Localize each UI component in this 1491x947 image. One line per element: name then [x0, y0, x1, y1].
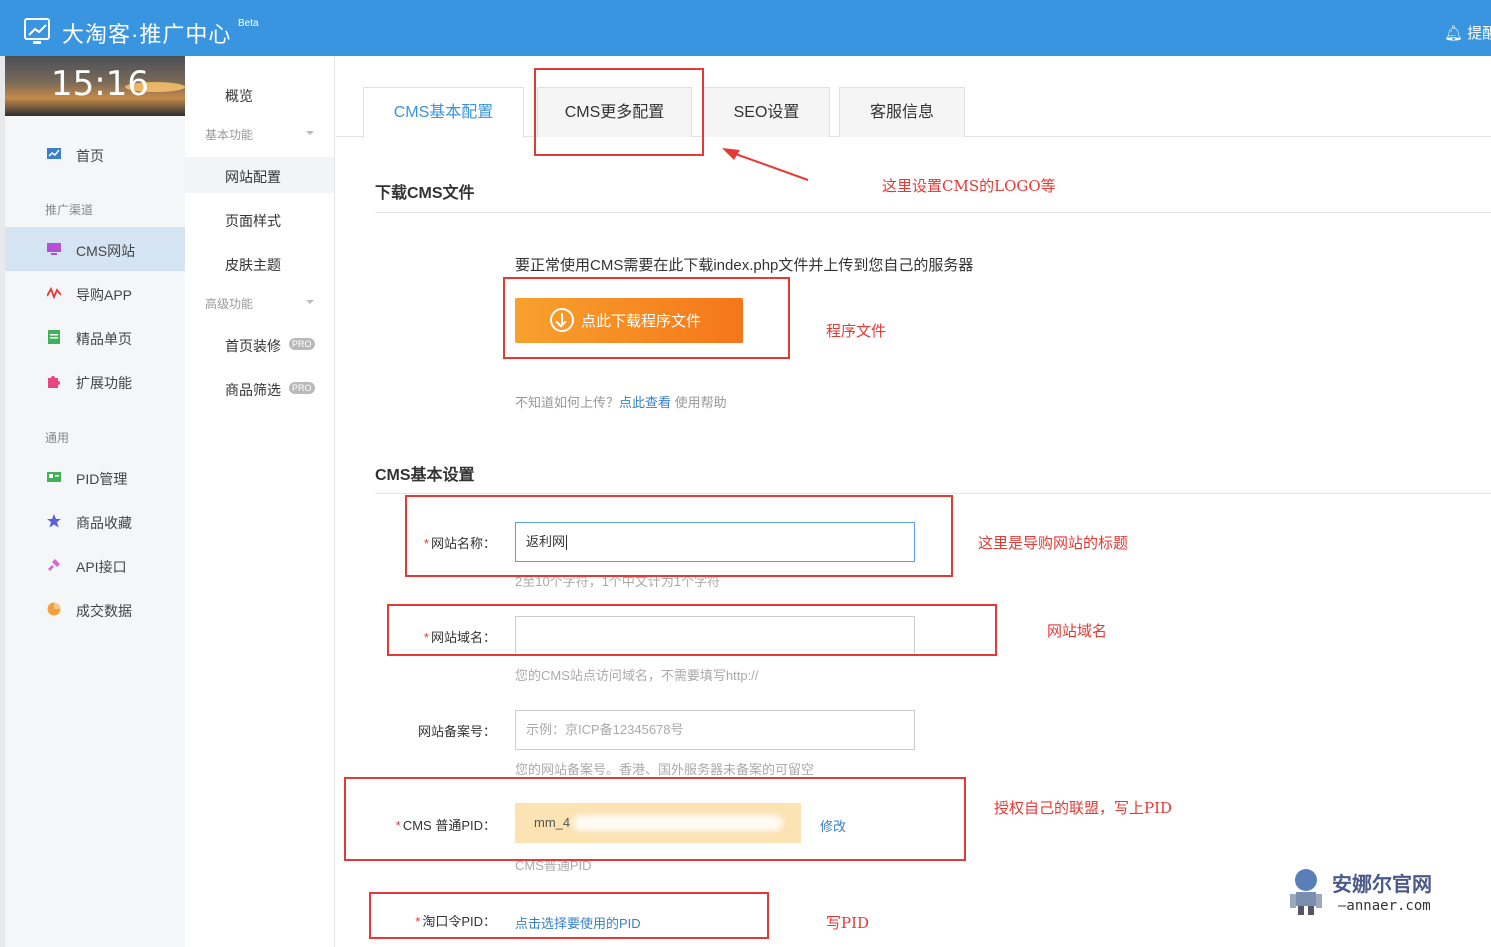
annotation-box-download	[503, 277, 790, 359]
sidebar-item-single[interactable]: 精品单页	[5, 315, 185, 359]
section-title-basic: CMS基本设置	[375, 467, 475, 484]
document-icon	[48, 330, 60, 344]
icp-label: 网站备案号：	[417, 724, 496, 739]
icp-input[interactable]: 示例：京ICP备12345678号	[515, 710, 915, 750]
watermark-name: 安娜尔官网	[1332, 874, 1432, 896]
help-suffix: 使用帮助	[671, 395, 727, 410]
annotation-pid: 授权自己的联盟，写上PID	[994, 799, 1173, 817]
help-link[interactable]: 点此查看	[619, 395, 671, 410]
annotation-box-pid	[344, 777, 966, 861]
sidebar-item-favorites[interactable]: 商品收藏	[5, 499, 185, 543]
help-prefix: 不知道如何上传？	[515, 395, 620, 410]
subnav-group-label: 基本功能	[205, 128, 254, 142]
sidebar: 15:16 首页 推广渠道 CMS网站 导购APP 精品单页 扩展功能 通用 P…	[0, 56, 185, 947]
sidebar-item-pid[interactable]: PID管理	[5, 455, 185, 499]
tab-service[interactable]: 客服信息	[839, 87, 965, 137]
remind-label: 提醒	[1467, 25, 1491, 42]
sidebar-item-label: 首页	[76, 148, 104, 164]
subnav-item-label: 首页装修	[225, 338, 281, 354]
annotation-box-tab	[534, 68, 704, 156]
download-notice: 要正常使用CMS需要在此下载index.php文件并上传到您自己的服务器	[515, 257, 974, 274]
id-card-icon	[47, 472, 61, 482]
subnav-item-page-style[interactable]: 页面样式	[185, 201, 334, 237]
section-divider	[375, 212, 1491, 213]
annotation-program: 程序文件	[826, 322, 887, 340]
sidebar-group-channel: 推广渠道	[45, 203, 94, 217]
tab-cms-basic[interactable]: CMS基本配置	[363, 87, 524, 138]
icp-hint: 您的网站备案号。香港、国外服务器未备案的可留空	[515, 762, 815, 777]
robot-logo-icon	[1290, 869, 1322, 915]
upload-help-text: 不知道如何上传？点此查看 使用帮助	[515, 392, 727, 411]
sidebar-item-label: 商品收藏	[76, 515, 132, 531]
sidebar-item-api[interactable]: API接口	[5, 543, 185, 587]
annotation-write-pid: 写PID	[826, 914, 870, 932]
caret-down-icon	[306, 131, 314, 135]
puzzle-icon	[48, 376, 60, 388]
section-title-download: 下载CMS文件	[375, 185, 475, 202]
annotation-box-tkl	[369, 892, 769, 939]
monitor-logo-icon	[24, 18, 50, 44]
sidebar-item-label: 成交数据	[76, 603, 132, 619]
clock-time: 15:16	[51, 64, 149, 104]
clock-banner: 15:16	[5, 56, 185, 116]
plug-icon	[48, 559, 60, 571]
icp-placeholder: 示例：京ICP备12345678号	[526, 722, 684, 737]
subnav-item-label: 概览	[225, 88, 253, 104]
subnav-item-skin[interactable]: 皮肤主题	[185, 245, 334, 281]
top-header: 大淘客·推广中心 Beta 🔔︎ 提醒	[0, 0, 1491, 56]
monitor-icon	[47, 243, 61, 255]
sidebar-item-cms[interactable]: CMS网站	[5, 227, 185, 271]
pulse-icon	[47, 286, 61, 300]
subnav-item-label: 皮肤主题	[225, 257, 281, 273]
sidebar-item-label: PID管理	[76, 471, 128, 487]
subnav-group-label: 高级功能	[205, 297, 254, 311]
watermark-url: —annaer.com	[1338, 898, 1431, 914]
section-divider	[375, 493, 1491, 494]
subnav-item-overview[interactable]: 概览	[185, 76, 334, 112]
sidebar-item-label: 导购APP	[76, 287, 133, 303]
subnav-item-label: 页面样式	[225, 213, 281, 229]
annotation-box-site-name	[405, 495, 953, 577]
sidebar-item-label: 扩展功能	[76, 375, 132, 391]
annotation-logo: 这里设置CMS的LOGO等	[882, 177, 1056, 195]
annotation-title: 这里是导购网站的标题	[978, 534, 1129, 552]
sidebar-item-extension[interactable]: 扩展功能	[5, 359, 185, 403]
remind-link[interactable]: 🔔︎ 提醒	[1444, 22, 1491, 43]
caret-down-icon	[306, 300, 314, 304]
star-icon	[47, 514, 61, 528]
sidebar-item-label: CMS网站	[76, 243, 136, 259]
sub-navigation: 概览 基本功能 网站配置 页面样式 皮肤主题 高级功能 首页装修 PRO 商品筛…	[185, 56, 335, 947]
sidebar-item-home[interactable]: 首页	[5, 132, 185, 176]
annotation-domain: 网站域名	[1047, 622, 1108, 640]
domain-hint: 您的CMS站点访问域名，不需要填写http://	[515, 668, 759, 683]
sidebar-group-common: 通用	[45, 431, 70, 445]
bell-icon: 🔔︎	[1444, 25, 1464, 42]
annotation-arrow-icon	[722, 148, 809, 181]
sidebar-item-label: API接口	[76, 559, 127, 575]
subnav-item-label: 商品筛选	[225, 382, 281, 398]
beta-badge: Beta	[238, 18, 259, 29]
sidebar-item-app[interactable]: 导购APP	[5, 271, 185, 315]
sidebar-item-label: 精品单页	[76, 331, 132, 347]
sidebar-item-deals[interactable]: 成交数据	[5, 587, 185, 631]
chart-icon	[47, 148, 61, 159]
subnav-item-label: 网站配置	[225, 169, 281, 185]
subnav-item-filter[interactable]: 商品筛选 PRO	[185, 370, 334, 406]
subnav-item-site-config[interactable]: 网站配置	[185, 157, 334, 193]
subnav-item-home-decor[interactable]: 首页装修 PRO	[185, 326, 334, 362]
pro-badge: PRO	[289, 338, 315, 350]
watermark: 安娜尔官网 —annaer.com	[1282, 864, 1462, 920]
subnav-group-basic[interactable]: 基本功能	[205, 126, 314, 143]
app-title: 大淘客·推广中心	[62, 22, 232, 47]
pro-badge: PRO	[289, 382, 315, 394]
subnav-group-advanced[interactable]: 高级功能	[205, 295, 314, 312]
pie-chart-icon	[47, 602, 61, 616]
tab-seo[interactable]: SEO设置	[703, 87, 830, 137]
annotation-box-domain	[387, 604, 997, 656]
